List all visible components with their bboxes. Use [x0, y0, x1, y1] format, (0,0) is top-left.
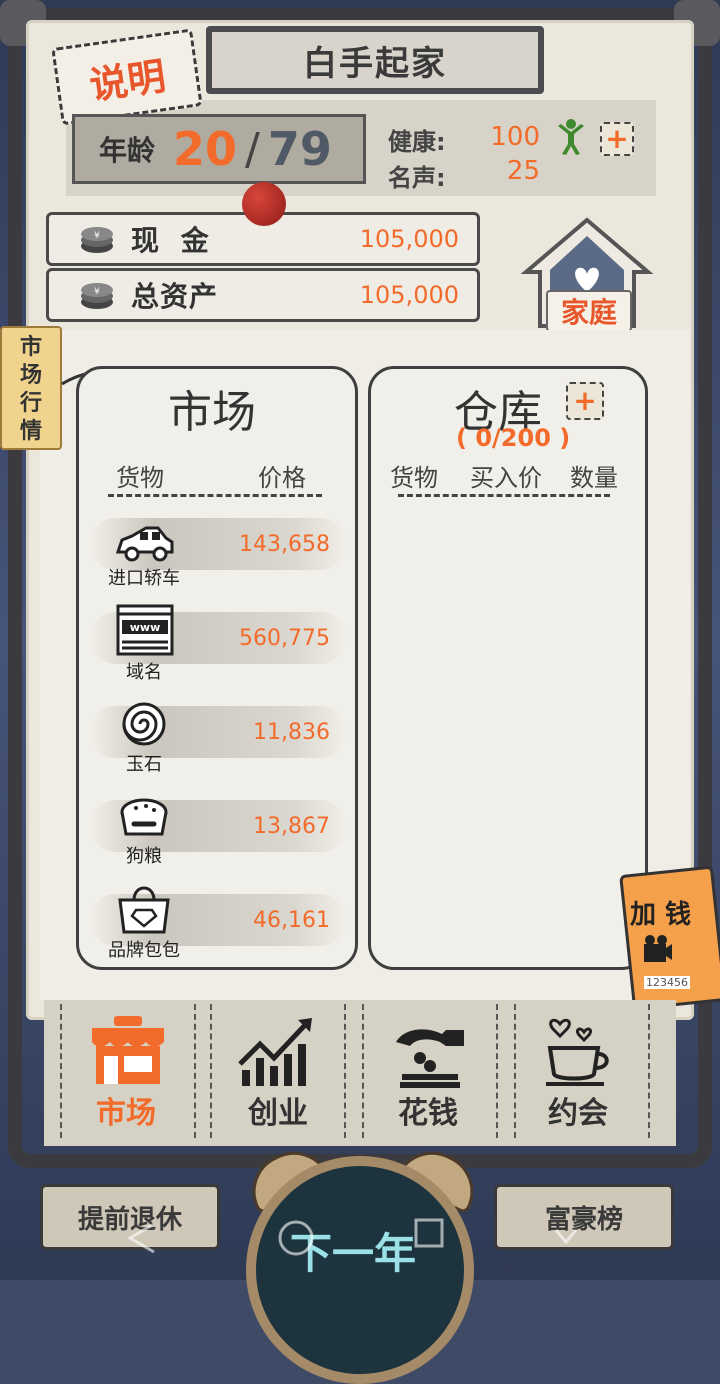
chart-growth-icon [238, 1018, 312, 1086]
market-divider [108, 494, 322, 497]
game-title: 白手起家 [206, 26, 544, 94]
market-trend-tab[interactable]: 市场行情 [0, 326, 62, 450]
market-item-price[interactable]: 11,836 [190, 720, 330, 745]
age-separator: / [245, 123, 260, 175]
handbag-icon [118, 886, 170, 934]
svg-text:¥: ¥ [94, 231, 100, 241]
market-title: 市场 [168, 387, 256, 438]
market-trend-tab-label: 市场行情 [19, 335, 42, 444]
market-item-name: 玉石 [126, 754, 162, 775]
car-icon [115, 526, 174, 562]
tab-spend-label: 花钱 [398, 1096, 458, 1131]
assets-row: ¥ 总资产 105,000 [46, 268, 480, 322]
age-max-value: 79 [267, 122, 332, 176]
health-value: 100 [490, 122, 540, 152]
ticket-serial: 123456 [644, 976, 690, 989]
storage-col-quantity: 数量 [570, 464, 618, 492]
age-value: 20 [173, 122, 238, 176]
pushpin [242, 182, 286, 226]
market-item-name: 域名 [126, 662, 162, 683]
market-item-name: 狗粮 [126, 846, 162, 867]
storage-col-buy-price: 买入价 [470, 464, 542, 492]
market-item-price[interactable]: 13,867 [190, 814, 330, 839]
rich-list-button[interactable]: 富豪榜 [494, 1184, 674, 1250]
cash-label: 现 金 [131, 224, 215, 257]
coffee-heart-icon [546, 1018, 609, 1086]
film-camera-icon [644, 935, 672, 962]
tab-market-label: 市场 [96, 1096, 156, 1131]
svg-text:¥: ¥ [94, 287, 100, 297]
dog-food-icon [120, 798, 168, 836]
storage-col-goods: 货物 [390, 464, 438, 492]
age-label: 年龄 [99, 134, 156, 167]
market-col-goods: 货物 [116, 464, 164, 492]
coin-stack-icon: ¥ [81, 227, 113, 253]
retire-early-button[interactable]: 提前退休 [40, 1184, 220, 1250]
assets-label: 总资产 [131, 280, 219, 313]
jade-icon [122, 702, 166, 746]
storage-plus-button[interactable]: + [566, 382, 604, 420]
spend-hand-icon [396, 1029, 464, 1088]
cash-value: 105,000 [359, 225, 459, 253]
fame-label: 名声: [388, 164, 446, 192]
storage-capacity: ( 0/200 ) [456, 424, 571, 452]
market-item-price[interactable]: 560,775 [190, 626, 330, 651]
next-year-label[interactable]: 下一年 [290, 1220, 416, 1281]
shop-icon [92, 1016, 164, 1084]
assets-value: 105,000 [359, 281, 459, 309]
health-person-icon [558, 119, 584, 155]
tab-dating-label: 约会 [548, 1096, 608, 1131]
health-plus-button[interactable]: + [600, 122, 634, 156]
storage-divider [398, 494, 610, 497]
fame-value: 25 [506, 156, 540, 186]
market-item-price[interactable]: 143,658 [190, 532, 330, 557]
health-label: 健康: [388, 128, 446, 156]
age-display: 年龄 20 / 79 [72, 114, 366, 184]
market-item-price[interactable]: 46,161 [190, 908, 330, 933]
www-icon: www [116, 604, 174, 656]
market-col-price: 价格 [258, 464, 306, 492]
market-item-name: 进口轿车 [108, 568, 180, 589]
add-money-label[interactable]: 加 钱 [630, 894, 691, 931]
family-button[interactable]: 家庭 [546, 290, 632, 332]
market-item-name: 品牌包包 [108, 940, 180, 961]
svg-text:www: www [130, 621, 161, 634]
storage-panel [368, 366, 648, 970]
coin-stack-total-icon: ¥ [81, 283, 113, 309]
tab-startup-label: 创业 [248, 1096, 308, 1131]
